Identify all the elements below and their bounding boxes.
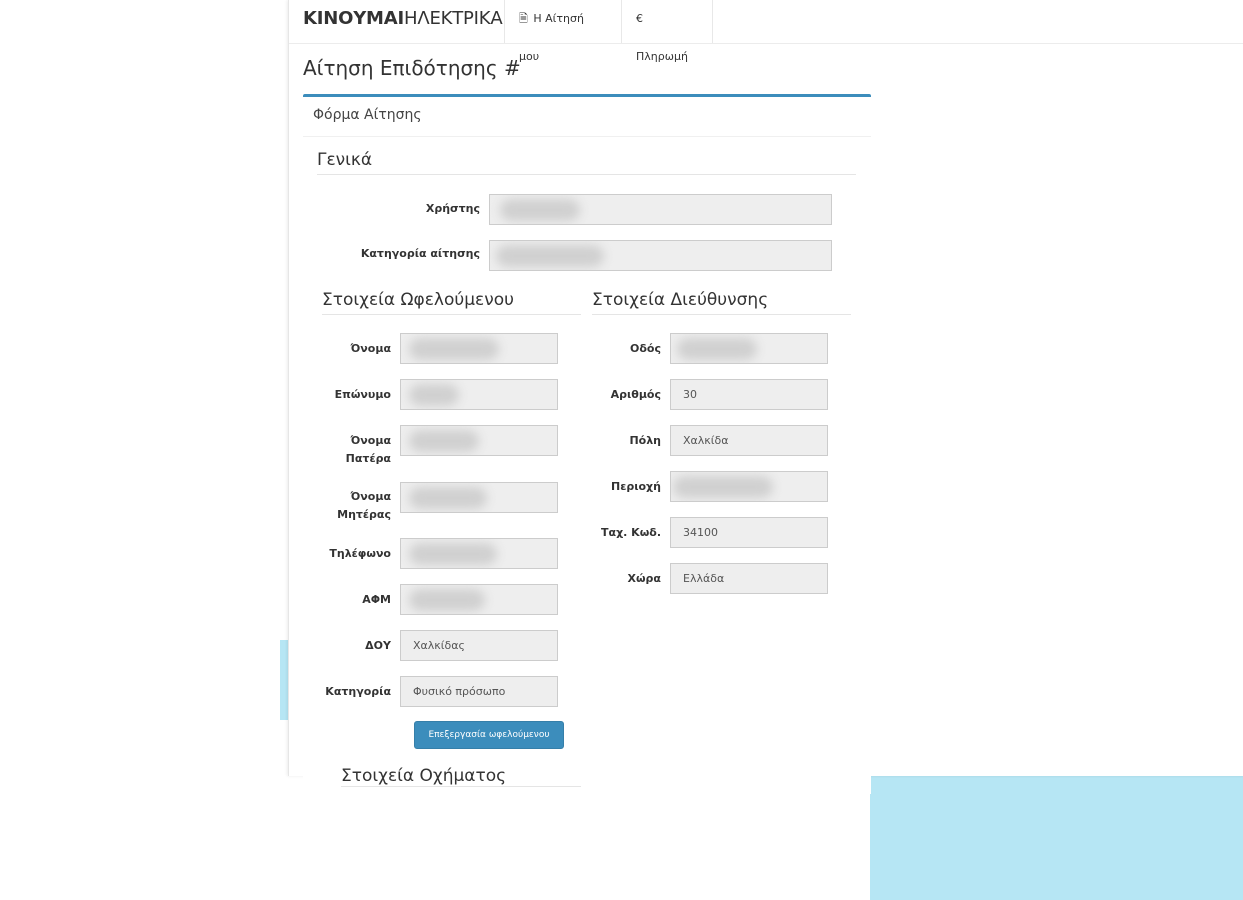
street-field[interactable] — [670, 333, 828, 364]
application-category-field[interactable] — [489, 240, 832, 271]
page-title: Αίτηση Επιδότησης # — [303, 56, 521, 80]
redacted-value — [496, 245, 604, 267]
euro-icon: € — [636, 12, 643, 25]
label-country: Χώρα — [627, 572, 661, 585]
label-mother-name: Όνομα Μητέρας — [337, 490, 391, 521]
father-name-field[interactable] — [400, 425, 558, 456]
panel-heading: Φόρμα Αίτησης — [303, 97, 871, 137]
user-field[interactable] — [489, 194, 832, 225]
section-vehicle-title: Στοιχεία Οχήματος — [341, 766, 581, 787]
mother-name-field[interactable] — [400, 482, 558, 513]
label-last-name: Επώνυμο — [334, 388, 391, 401]
section-general-title: Γενικά — [317, 150, 856, 175]
label-area: Περιοχή — [611, 480, 661, 493]
phone-field[interactable] — [400, 538, 558, 569]
redacted-value — [677, 338, 757, 360]
postal-code-field[interactable]: 34100 — [670, 517, 828, 548]
number-field[interactable]: 30 — [670, 379, 828, 410]
redacted-value — [409, 384, 459, 406]
section-beneficiary-title: Στοιχεία Ωφελούμενου — [322, 290, 581, 315]
edit-beneficiary-button[interactable]: Επεξεργασία ωφελούμενου — [414, 721, 564, 749]
page-container: ΚΙΝΟΥΜΑΙΗΛΕΚΤΡΙΚΑ 🗎 Η Αίτησή μου € Πληρω… — [288, 0, 1243, 794]
area-field[interactable] — [670, 471, 828, 502]
brand-logo[interactable]: ΚΙΝΟΥΜΑΙΗΛΕΚΤΡΙΚΑ — [303, 8, 503, 30]
redacted-value — [409, 589, 485, 611]
country-field[interactable]: Ελλάδα — [670, 563, 828, 594]
label-user: Χρήστης — [425, 202, 480, 215]
label-application-category: Κατηγορία αίτησης — [360, 247, 480, 260]
label-tax-office: ΔΟΥ — [365, 639, 391, 652]
label-first-name: Όνομα — [350, 342, 392, 355]
application-form-panel: Φόρμα Αίτησης Γενικά Χρήστης Κατηγορία α… — [303, 94, 871, 794]
city-field[interactable]: Χαλκίδα — [670, 425, 828, 456]
label-postal-code: Ταχ. Κωδ. — [601, 526, 661, 539]
label-number: Αριθμός — [610, 388, 661, 401]
first-name-field[interactable] — [400, 333, 558, 364]
label-city: Πόλη — [629, 434, 661, 447]
nav-payment[interactable]: € Πληρωμή — [621, 0, 713, 63]
file-text-icon: 🗎 — [519, 12, 528, 25]
redacted-value — [409, 338, 499, 360]
redacted-value — [409, 430, 479, 452]
nav-my-application[interactable]: 🗎 Η Αίτησή μου — [504, 0, 621, 63]
top-navbar: ΚΙΝΟΥΜΑΙΗΛΕΚΤΡΙΚΑ 🗎 Η Αίτησή μου € Πληρω… — [289, 0, 1243, 63]
redacted-value — [409, 487, 487, 509]
tax-office-field[interactable]: Χαλκίδας — [400, 630, 558, 661]
redacted-value — [500, 199, 580, 221]
section-address-title: Στοιχεία Διεύθυνσης — [592, 290, 851, 315]
category-field[interactable]: Φυσικό πρόσωπο — [400, 676, 558, 707]
redacted-value — [673, 476, 773, 498]
last-name-field[interactable] — [400, 379, 558, 410]
label-tax-id: ΑΦΜ — [362, 593, 391, 606]
label-category: Κατηγορία — [325, 685, 391, 698]
label-phone: Τηλέφωνο — [329, 547, 391, 560]
label-street: Οδός — [630, 342, 661, 355]
label-father-name: Όνομα Πατέρα — [345, 434, 391, 465]
tax-id-field[interactable] — [400, 584, 558, 615]
panel-heading-text: Φόρμα Αίτησης — [313, 107, 422, 123]
redacted-value — [409, 543, 497, 565]
